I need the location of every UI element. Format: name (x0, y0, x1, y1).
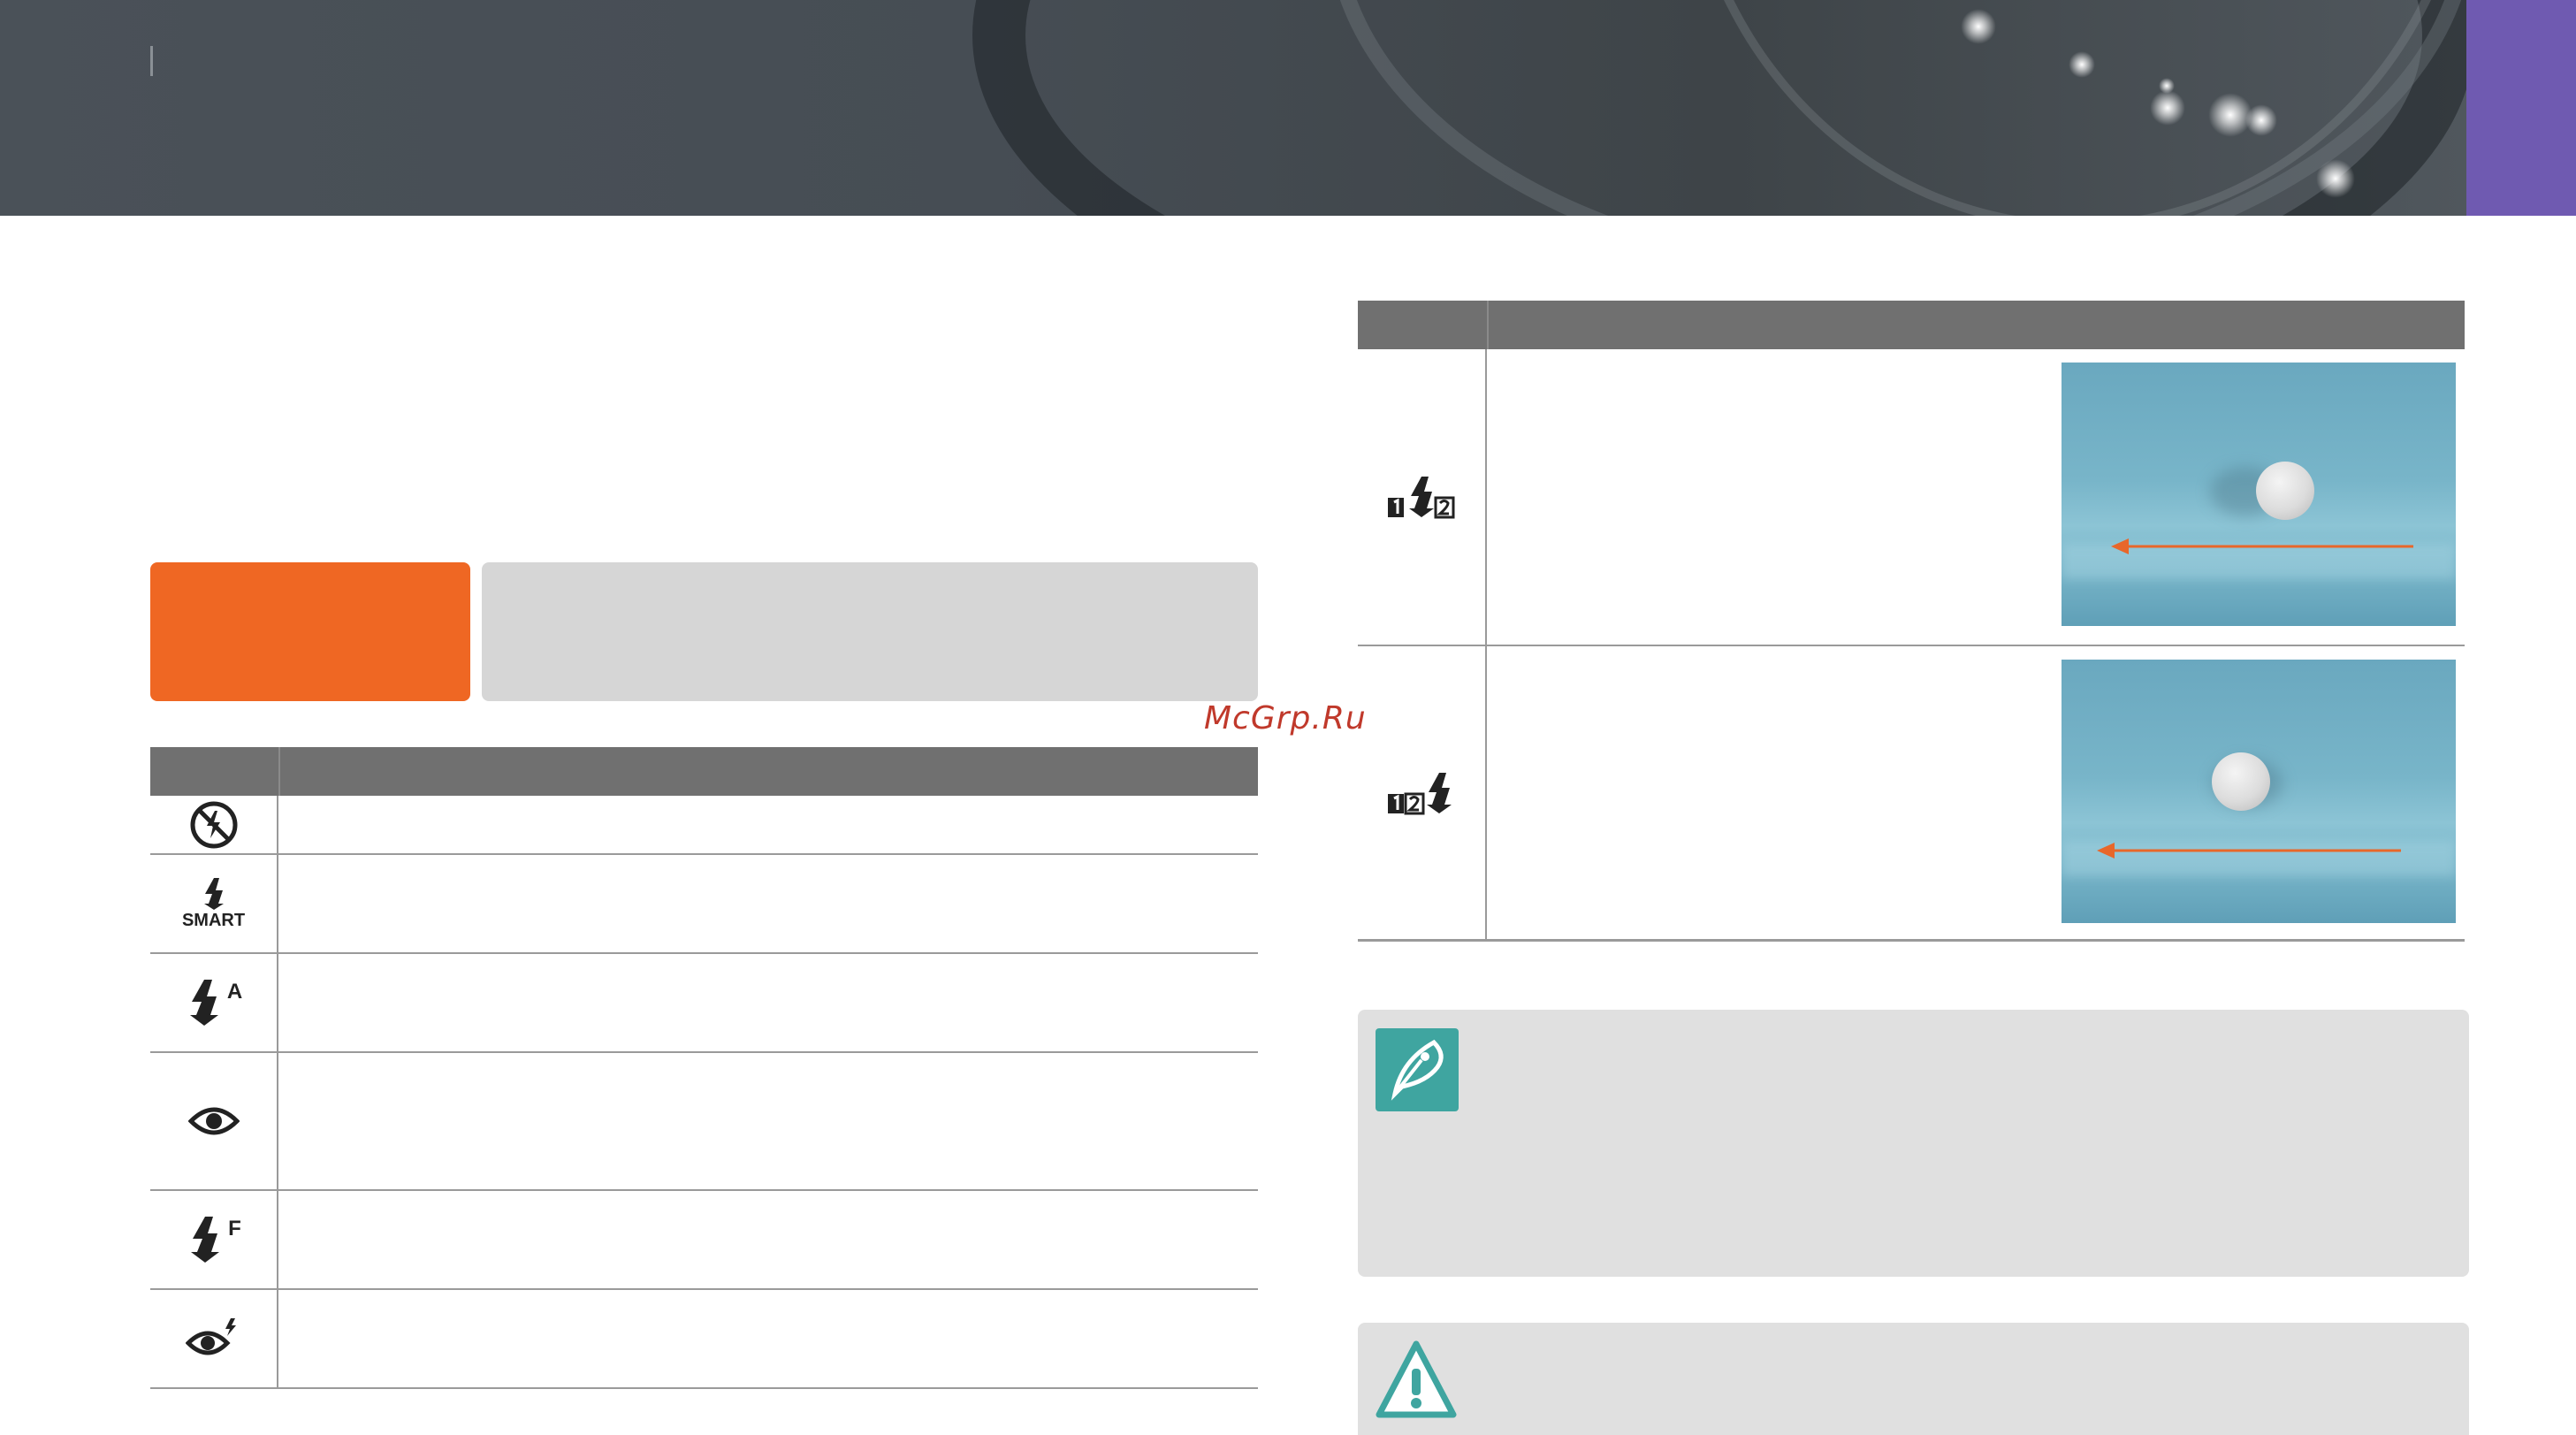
motion-arrow (2111, 538, 2413, 554)
manual-page: McGrp.Ru SMART A F (0, 0, 2576, 1435)
chapter-tab (2466, 0, 2576, 216)
caution-icon (1374, 1339, 1459, 1424)
table-row: SMART (150, 855, 1258, 954)
first-curtain-photo (2062, 363, 2456, 626)
table-header (1358, 301, 2465, 349)
table-row (150, 796, 1258, 855)
table-row: A (150, 954, 1258, 1053)
row-description (283, 1290, 1258, 1387)
row-description (283, 796, 1258, 853)
red-eye-fix-icon (150, 1290, 278, 1387)
banner-light (2316, 159, 2355, 198)
flash-heading-label (150, 562, 470, 598)
table-header (150, 747, 1258, 796)
note-box (1358, 1010, 2469, 1277)
table-row (1358, 646, 2465, 942)
row-description (283, 855, 1258, 952)
motion-arrow (2097, 843, 2401, 859)
table-row: F (150, 1191, 1258, 1290)
header-divider (1487, 301, 1489, 349)
banner-light (1961, 9, 1996, 44)
row-description (283, 954, 1258, 1051)
watermark: McGrp.Ru (1204, 700, 1367, 737)
note-pen-icon (1376, 1028, 1459, 1111)
first-curtain-flash-icon (1358, 349, 1487, 645)
banner-light (2159, 78, 2175, 94)
banner-light (2245, 104, 2277, 136)
flash-path-box (482, 562, 1258, 701)
fill-label: F (228, 1217, 241, 1240)
banner-light (2069, 51, 2095, 78)
banner-light (2150, 90, 2185, 126)
flash-off-icon (150, 796, 278, 853)
header-banner (0, 0, 2466, 216)
row-description (283, 1191, 1258, 1288)
second-curtain-flash-icon (1358, 646, 1487, 939)
table-row (1358, 349, 2465, 646)
red-eye-icon (150, 1053, 278, 1189)
smart-label: SMART (181, 911, 246, 930)
table-row (150, 1053, 1258, 1191)
flash-heading-box (150, 562, 470, 701)
second-curtain-photo (2062, 660, 2456, 923)
flash-options-table: SMART A F (150, 747, 1258, 1389)
smart-flash-icon: SMART (150, 855, 278, 952)
row-description (283, 1053, 1258, 1189)
header-divider (278, 747, 280, 796)
table-row (150, 1290, 1258, 1389)
auto-flash-icon: A (150, 954, 278, 1051)
curtain-sync-table (1358, 301, 2465, 942)
banner-title-rule (150, 46, 153, 76)
fill-in-flash-icon: F (150, 1191, 278, 1288)
flash-path-label (482, 562, 1258, 598)
caution-box (1358, 1323, 2469, 1435)
auto-label: A (226, 980, 243, 1004)
